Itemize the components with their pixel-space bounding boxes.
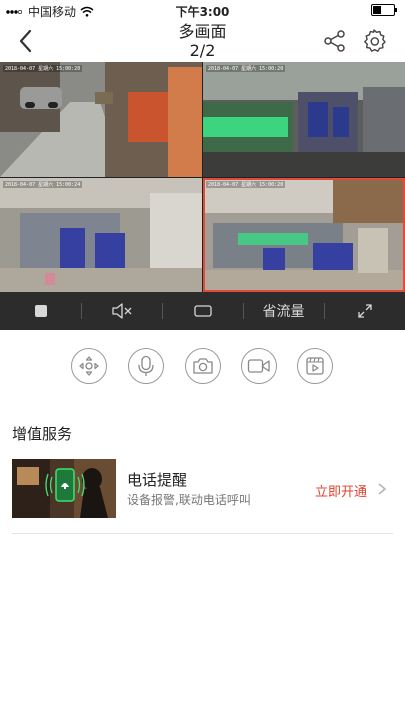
record-button[interactable] — [241, 348, 277, 384]
divider — [12, 533, 393, 534]
camera-timestamp: 2018-04-07 星期六 15:00:20 — [206, 181, 286, 188]
gear-icon[interactable] — [361, 28, 387, 54]
camera-view-4[interactable]: 2018-04-07 星期六 15:00:20 — [203, 178, 405, 292]
camera-timestamp: 2018-04-07 星期六 15:00:20 — [3, 65, 83, 72]
factory-scene-image — [0, 178, 202, 292]
mute-icon — [111, 303, 131, 319]
data-saver-label: 省流量 — [262, 304, 305, 320]
camera-timestamp: 2018-04-07 星期六 15:00:24 — [3, 181, 83, 188]
screen-ratio-icon — [193, 305, 212, 317]
mute-button[interactable] — [81, 292, 162, 330]
direction-pad-icon — [79, 356, 99, 376]
factory-scene-image — [203, 178, 405, 292]
video-camera-icon — [247, 359, 270, 373]
fullscreen-icon — [357, 304, 372, 318]
service-thumbnail — [12, 459, 116, 518]
value-added-services: 增值服务 电话提醒 设备报警,联动电话呼叫 立即开通 — [0, 405, 405, 720]
ptz-button[interactable] — [71, 348, 107, 384]
intruder-illustration — [12, 459, 116, 518]
camera-view-2[interactable]: 2018-04-07 星期六 15:00:20 — [203, 62, 405, 177]
share-icon[interactable] — [323, 29, 347, 53]
service-description: 设备报警,联动电话呼叫 — [127, 493, 251, 507]
camera-grid: 2018-04-07 星期六 15:00:20 2018-04-07 星期六 1… — [0, 62, 405, 292]
section-title: 增值服务 — [12, 425, 73, 443]
fullscreen-button[interactable] — [324, 292, 405, 330]
activate-now-button[interactable]: 立即开通 — [315, 481, 367, 500]
tool-row — [0, 330, 405, 405]
factory-scene-image — [203, 62, 405, 177]
playback-icon — [306, 357, 324, 375]
nav-bar: 多画面 2/2 — [0, 20, 405, 62]
aspect-ratio-button[interactable] — [162, 292, 243, 330]
chevron-right-icon — [378, 483, 387, 495]
playback-button[interactable] — [297, 348, 333, 384]
service-name: 电话提醒 — [127, 471, 188, 489]
microphone-icon — [138, 355, 154, 376]
camera-icon — [193, 358, 213, 374]
camera-timestamp: 2018-04-07 星期六 15:00:20 — [206, 65, 286, 72]
playback-control-bar: 省流量 — [0, 292, 405, 330]
camera-view-3[interactable]: 2018-04-07 星期六 15:00:24 — [0, 178, 202, 292]
data-saver-button[interactable]: 省流量 — [243, 292, 324, 330]
camera-view-1[interactable]: 2018-04-07 星期六 15:00:20 — [0, 62, 202, 177]
phone-alert-service[interactable]: 电话提醒 设备报警,联动电话呼叫 立即开通 — [0, 455, 405, 525]
stop-button[interactable] — [0, 292, 81, 330]
talk-button[interactable] — [128, 348, 164, 384]
status-time: 下午3:00 — [175, 5, 230, 19]
status-bar: 中国移动 下午3:00 — [0, 0, 405, 20]
stop-icon — [34, 305, 47, 317]
battery-icon — [371, 4, 397, 16]
street-scene-image — [0, 62, 202, 177]
snapshot-button[interactable] — [185, 348, 221, 384]
